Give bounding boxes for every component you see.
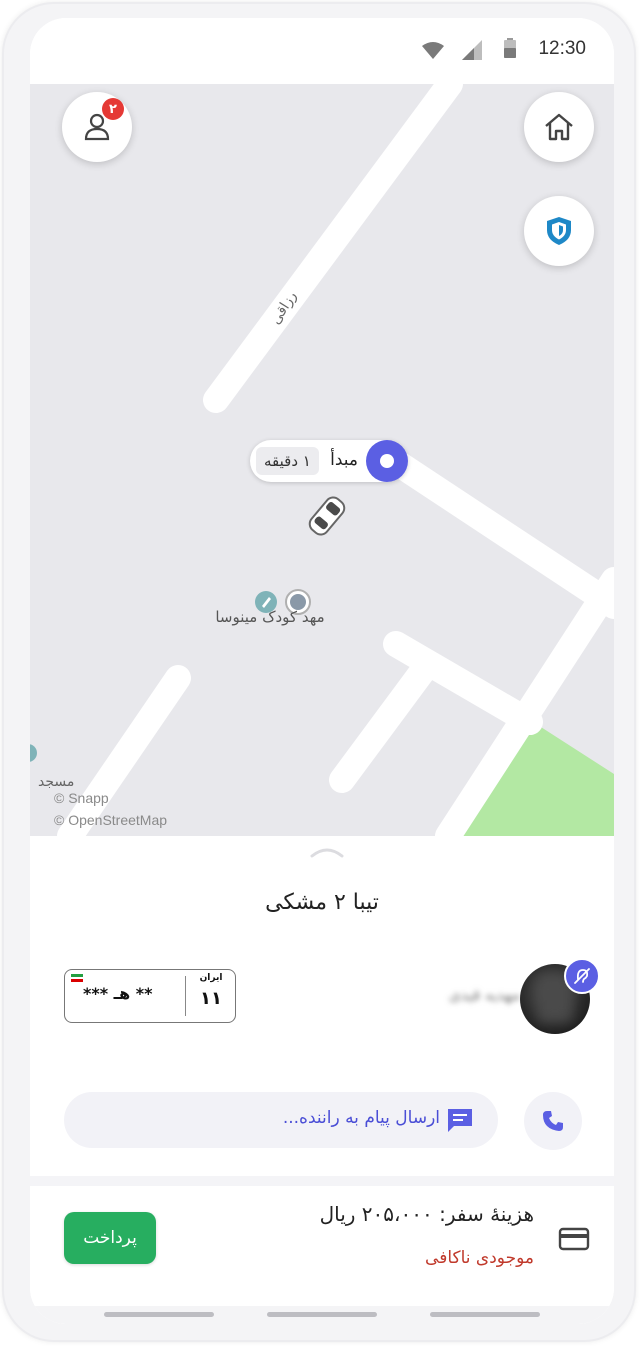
trip-sheet: تیبا ۲ مشکی ** هـ *** ایران ۱۱ مهدیه قید… (30, 836, 614, 1324)
deaf-driver-badge (564, 958, 600, 994)
safety-button[interactable] (524, 196, 594, 266)
profile-button[interactable]: ۲ (62, 92, 132, 162)
origin-label: مبدأ (330, 450, 358, 470)
status-time: 12:30 (538, 38, 586, 59)
wifi-icon (422, 42, 444, 59)
road-branch-down (329, 659, 435, 793)
screen: 12:30 ۲ رزاقی ۱ دقیقه مبدأ مهد کودک مینو… (30, 18, 614, 1324)
mosque-label: مسجد (38, 774, 75, 790)
message-icon (448, 1109, 472, 1132)
call-driver-button[interactable] (524, 1092, 582, 1150)
status-bar: 12:30 (30, 18, 614, 84)
message-driver-field[interactable]: ارسال پیام به راننده... (64, 1092, 498, 1148)
nav-pill-center[interactable] (267, 1312, 377, 1317)
message-placeholder: ارسال پیام به راننده... (282, 1108, 440, 1128)
vehicle-title: تیبا ۲ مشکی (265, 890, 379, 915)
insufficient-balance: موجودی ناکافی (425, 1248, 534, 1268)
attribution-snapp: © Snapp (54, 790, 109, 806)
map-view[interactable]: ۲ رزاقی ۱ دقیقه مبدأ مهد کودک مینوسا مسج… (30, 84, 614, 836)
home-button[interactable] (524, 92, 594, 162)
nav-pill-left[interactable] (104, 1312, 214, 1317)
poi-label: مهد کودک مینوسا (215, 608, 325, 626)
deaf-icon (574, 968, 590, 984)
driver-name: مهدیه قیدی (448, 986, 520, 1004)
card-icon (558, 1227, 590, 1251)
car-icon (308, 496, 346, 536)
notification-badge: ۲ (102, 98, 124, 120)
signal-icon (462, 40, 482, 60)
plate-region: ۱۱ (200, 988, 222, 1009)
system-nav-bar (30, 1306, 614, 1324)
plate-main: ** هـ *** (83, 984, 153, 1003)
origin-pin-icon (366, 440, 408, 482)
fare-amount: هزینهٔ سفر: ۲۰۵،۰۰۰ ریال (319, 1202, 534, 1226)
license-plate: ** هـ *** ایران ۱۱ (64, 969, 236, 1023)
home-icon (545, 113, 573, 141)
pay-button[interactable]: پرداخت (64, 1212, 156, 1264)
iran-flag-icon (71, 974, 83, 982)
plate-country: ایران (199, 973, 223, 983)
phone-icon (543, 1111, 563, 1131)
attribution-osm[interactable]: © OpenStreetMap (54, 812, 167, 828)
shield-icon (547, 217, 571, 245)
battery-icon (504, 38, 516, 58)
nav-pill-right[interactable] (430, 1312, 540, 1317)
section-divider (30, 1176, 614, 1186)
road-razaghi (203, 84, 463, 413)
road-origin (377, 445, 614, 619)
origin-eta: ۱ دقیقه (256, 447, 319, 475)
origin-marker[interactable]: ۱ دقیقه مبدأ (250, 440, 408, 482)
mosque-icon (30, 744, 37, 762)
sheet-handle-icon[interactable] (310, 846, 344, 858)
phone-frame: 12:30 ۲ رزاقی ۱ دقیقه مبدأ مهد کودک مینو… (2, 2, 636, 1342)
plate-divider (185, 976, 186, 1016)
